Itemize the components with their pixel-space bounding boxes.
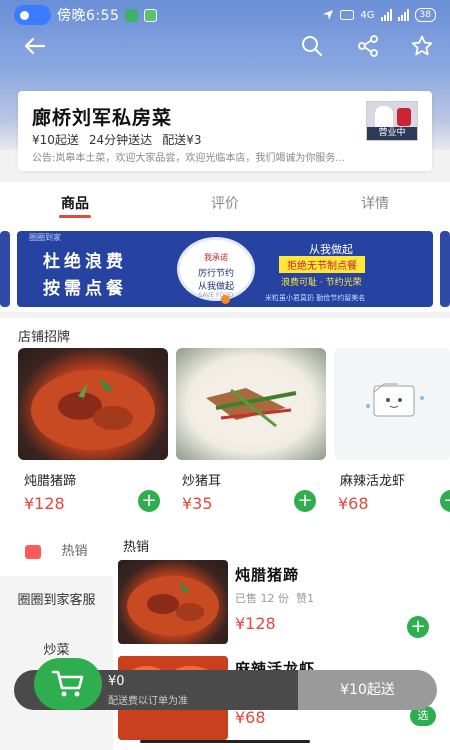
dish-name: 炒猪耳 bbox=[182, 474, 222, 489]
dish-name: 炖腊猪蹄 bbox=[24, 474, 77, 489]
status-time: 傍晚6:55 bbox=[57, 8, 120, 24]
banner-right-3: 浪费可耻 · 节约光荣 bbox=[281, 278, 362, 288]
search-icon[interactable] bbox=[298, 32, 326, 60]
signature-item[interactable]: 炖腊猪蹄 ¥128 + bbox=[18, 348, 168, 522]
status-right: 4G 38 bbox=[322, 8, 436, 22]
hot-icon bbox=[25, 544, 42, 559]
checkout-button[interactable]: ¥10起送 bbox=[298, 670, 437, 710]
call-pill bbox=[14, 5, 51, 25]
location-icon bbox=[323, 10, 334, 20]
cart-button[interactable] bbox=[34, 658, 102, 710]
chef-image bbox=[375, 106, 393, 128]
badge-mid: 厉行节约 bbox=[197, 269, 234, 279]
add-to-cart-button[interactable]: + bbox=[138, 490, 160, 512]
cart-total: ¥0 bbox=[108, 674, 125, 689]
signature-title: 店铺招牌 bbox=[18, 330, 71, 345]
hd-icon bbox=[340, 10, 355, 20]
badge-top: 我承诺 bbox=[204, 253, 228, 262]
badge-bot: 从我做起 bbox=[197, 282, 234, 292]
product-sold: 已售 12 份 bbox=[235, 592, 289, 605]
tab-products[interactable]: 商品 bbox=[0, 182, 150, 222]
cart-icon bbox=[51, 670, 84, 697]
signal-2-icon bbox=[397, 9, 409, 21]
dish-image bbox=[176, 348, 326, 460]
signature-dishes: 店铺招牌 炖腊猪蹄 ¥128 + 炒猪耳 ¥35 + 麻辣活龙虾 ¥68 bbox=[0, 318, 450, 528]
category-sidebar: 热销 圈圈到家客服 炒菜 bbox=[0, 528, 113, 750]
cart-note: 配送费以订单为准 bbox=[108, 696, 188, 707]
banner-brand: 圈圈到家 bbox=[29, 233, 61, 242]
banner-badge: 我承诺 厉行节约 从我做起 SAVE FOOD bbox=[177, 237, 255, 301]
store-notice[interactable]: 公告:岚皋本土菜，欢迎大家品尝，欢迎光临本店，我们竭诚为你服务... bbox=[32, 149, 378, 164]
store-tabs: 商品 评价 详情 bbox=[0, 182, 450, 222]
product-price: ¥68 bbox=[235, 708, 266, 727]
dish-image-placeholder bbox=[334, 348, 450, 460]
banner-slide[interactable]: 圈圈到家 杜绝浪费 按需点餐 我承诺 厉行节约 从我做起 SAVE FOOD 从… bbox=[17, 231, 433, 307]
network-type: 4G bbox=[360, 9, 375, 21]
dish-price: ¥68 bbox=[338, 494, 369, 513]
banner-line-2: 按需点餐 bbox=[43, 279, 127, 299]
star-icon[interactable] bbox=[408, 32, 436, 60]
dish-price: ¥35 bbox=[182, 494, 213, 513]
wechat-notification-icon bbox=[144, 8, 158, 22]
store-logo: 营业中 bbox=[366, 101, 418, 141]
product-price: ¥128 bbox=[235, 614, 276, 633]
share-icon[interactable] bbox=[354, 32, 382, 60]
product-list: 热销 炖腊猪蹄 已售 12 份 赞1 ¥128 + 麻辣活龙虾 ¥68 选 bbox=[113, 528, 450, 750]
banner-right-1: 从我做起 bbox=[309, 243, 353, 256]
banner-prev-slide bbox=[0, 231, 10, 307]
dish-price: ¥128 bbox=[24, 494, 65, 513]
tab-reviews[interactable]: 评价 bbox=[150, 182, 300, 222]
carousel-indicator bbox=[221, 295, 230, 304]
chef-image-2 bbox=[397, 108, 411, 126]
app-notification-icon bbox=[125, 8, 139, 22]
banner-right-2: 拒绝无节制点餐 bbox=[279, 256, 365, 273]
product-sales: 已售 12 份 赞1 bbox=[235, 590, 314, 606]
signal-icon bbox=[380, 9, 392, 21]
min-order: ¥10起送 bbox=[32, 133, 79, 147]
store-meta: ¥10起送 24分钟送达 配送¥3 bbox=[32, 131, 201, 148]
banner-next-slide bbox=[440, 231, 450, 307]
add-to-cart-button[interactable]: + bbox=[294, 490, 316, 512]
category-label: 热销 bbox=[61, 544, 88, 559]
home-indicator[interactable] bbox=[140, 740, 310, 743]
signature-item[interactable]: 麻辣活龙虾 ¥68 + bbox=[334, 348, 450, 522]
badge-small: SAVE FOOD bbox=[198, 292, 234, 299]
category-item[interactable]: 热销 bbox=[0, 528, 113, 576]
store-info-card: 廊桥刘军私房菜 ¥10起送 24分钟送达 配送¥3 公告:岚皋本土菜，欢迎大家品… bbox=[18, 91, 432, 171]
banner-line-1: 杜绝浪费 bbox=[43, 252, 127, 272]
back-icon[interactable] bbox=[20, 32, 48, 60]
product-image bbox=[118, 560, 228, 644]
delivery-time: 24分钟送达 bbox=[88, 133, 153, 147]
add-to-cart-button[interactable]: + bbox=[407, 616, 429, 638]
status-bar: 傍晚6:55 4G 38 bbox=[0, 0, 450, 30]
tab-details[interactable]: 详情 bbox=[300, 182, 450, 222]
category-item[interactable]: 圈圈到家客服 bbox=[0, 576, 113, 626]
store-status-badge: 营业中 bbox=[367, 127, 417, 140]
battery-icon: 38 bbox=[414, 8, 436, 22]
signature-item[interactable]: 炒猪耳 ¥35 + bbox=[176, 348, 326, 522]
product-name: 炖腊猪蹄 bbox=[235, 566, 300, 584]
section-title: 热销 bbox=[123, 540, 150, 555]
dish-name: 麻辣活龙虾 bbox=[340, 474, 406, 489]
store-name: 廊桥刘军私房菜 bbox=[32, 107, 173, 129]
dish-image bbox=[18, 348, 168, 460]
banner-carousel[interactable]: 圈圈到家 杜绝浪费 按需点餐 我承诺 厉行节约 从我做起 SAVE FOOD 从… bbox=[0, 222, 450, 312]
top-nav bbox=[0, 30, 450, 62]
product-likes: 赞1 bbox=[296, 592, 314, 605]
banner-right-4: 米粒虽小君莫扔 勤俭节约留美名 bbox=[265, 294, 366, 302]
delivery-fee: 配送¥3 bbox=[162, 133, 202, 147]
add-to-cart-button[interactable]: + bbox=[440, 490, 450, 512]
